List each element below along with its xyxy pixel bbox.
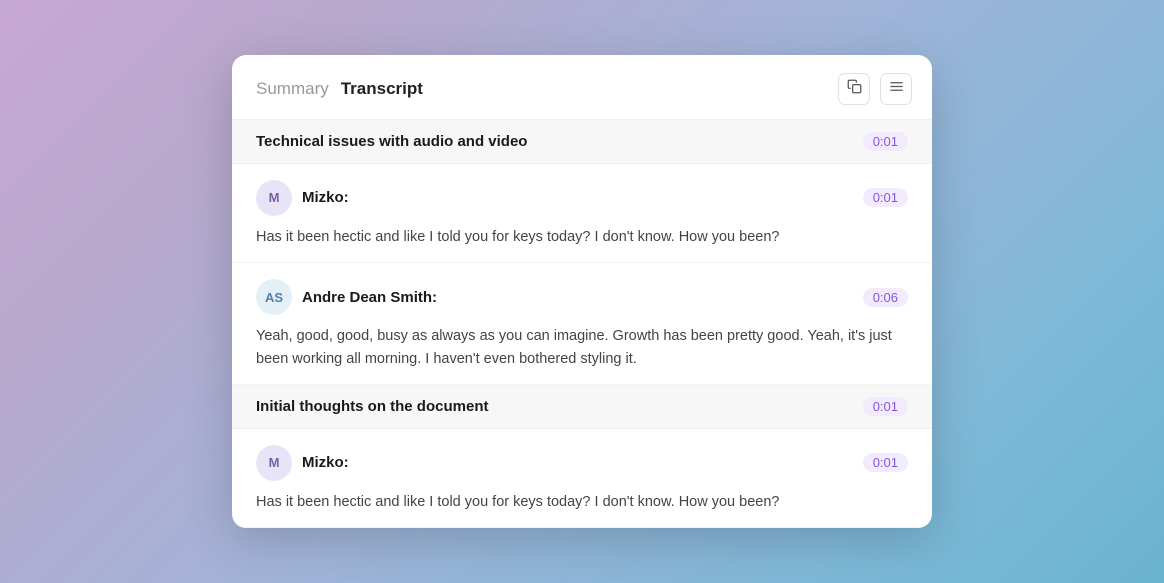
section-time-1: 0:01 [863,132,908,151]
header-icons [838,73,912,105]
header: Summary Transcript [232,55,932,120]
message-header-3: M Mizko: 0:01 [256,445,908,481]
section-title-2: Initial thoughts on the document [256,398,488,415]
transcript-tab[interactable]: Transcript [341,79,423,99]
menu-icon [889,79,904,98]
message-block-2: AS Andre Dean Smith: 0:06 Yeah, good, go… [232,263,932,385]
message-text-1: Has it been hectic and like I told you f… [256,226,908,248]
message-time-3: 0:01 [863,453,908,472]
section-time-2: 0:01 [863,397,908,416]
message-text-3: Has it been hectic and like I told you f… [256,491,908,513]
section-header-2: Initial thoughts on the document 0:01 [232,385,932,429]
message-header-2: AS Andre Dean Smith: 0:06 [256,279,908,315]
speaker-name-1: Mizko: [302,189,863,206]
transcript-content: Technical issues with audio and video 0:… [232,120,932,529]
message-header-1: M Mizko: 0:01 [256,180,908,216]
message-text-2: Yeah, good, good, busy as always as you … [256,325,908,370]
section-header-1: Technical issues with audio and video 0:… [232,120,932,164]
copy-button[interactable] [838,73,870,105]
avatar-3: M [256,445,292,481]
avatar-2: AS [256,279,292,315]
message-block-3: M Mizko: 0:01 Has it been hectic and lik… [232,429,932,528]
menu-button[interactable] [880,73,912,105]
copy-icon [847,79,862,98]
speaker-name-3: Mizko: [302,454,863,471]
message-time-2: 0:06 [863,288,908,307]
avatar-1: M [256,180,292,216]
message-block-1: M Mizko: 0:01 Has it been hectic and lik… [232,164,932,263]
message-time-1: 0:01 [863,188,908,207]
speaker-name-2: Andre Dean Smith: [302,289,863,306]
main-card: Summary Transcript [232,55,932,529]
section-title-1: Technical issues with audio and video [256,133,527,150]
summary-tab[interactable]: Summary [256,79,329,99]
